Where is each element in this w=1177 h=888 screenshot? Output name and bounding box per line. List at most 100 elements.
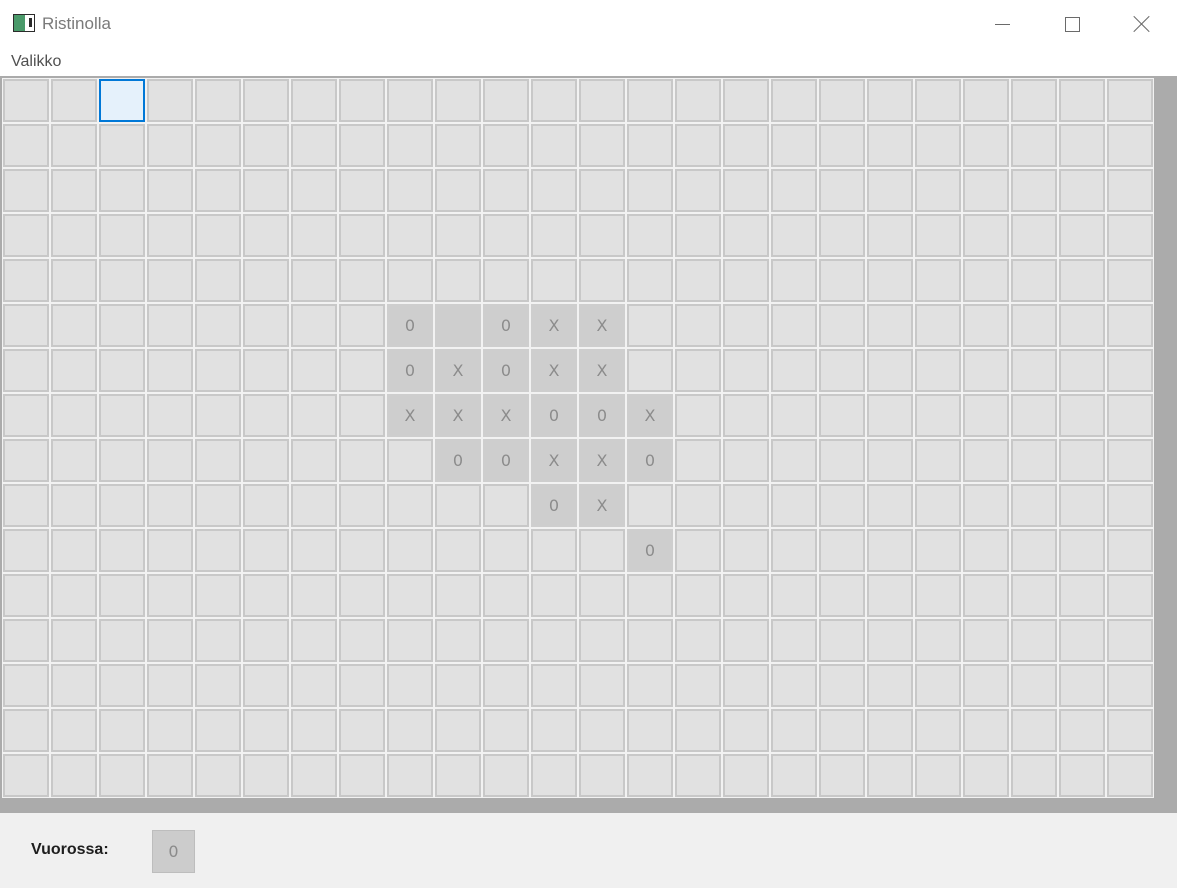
board-cell[interactable] (3, 484, 49, 527)
board-cell[interactable] (723, 484, 769, 527)
board-cell[interactable] (819, 754, 865, 797)
board-cell[interactable] (339, 304, 385, 347)
board-cell[interactable] (531, 124, 577, 167)
board-cell[interactable] (195, 169, 241, 212)
board-cell[interactable] (723, 79, 769, 122)
board-cell[interactable] (51, 529, 97, 572)
board-cell[interactable] (147, 79, 193, 122)
board-cell[interactable] (915, 574, 961, 617)
board-cell[interactable] (963, 349, 1009, 392)
board-cell[interactable] (435, 259, 481, 302)
board-cell[interactable] (1059, 484, 1105, 527)
board-cell[interactable] (291, 169, 337, 212)
board-cell[interactable] (819, 529, 865, 572)
board-cell[interactable] (771, 484, 817, 527)
board-cell[interactable] (867, 214, 913, 257)
board-cell[interactable] (51, 304, 97, 347)
board-cell[interactable] (675, 574, 721, 617)
board-cell[interactable] (291, 439, 337, 482)
board-cell[interactable] (435, 124, 481, 167)
board-cell[interactable] (963, 619, 1009, 662)
board-cell[interactable] (99, 754, 145, 797)
board-cell[interactable] (195, 79, 241, 122)
board-cell[interactable] (819, 574, 865, 617)
board-cell[interactable] (579, 754, 625, 797)
board-cell[interactable] (675, 709, 721, 752)
board-cell[interactable] (435, 709, 481, 752)
board-cell[interactable] (867, 349, 913, 392)
board-cell[interactable] (675, 664, 721, 707)
board-cell[interactable] (483, 259, 529, 302)
board-cell[interactable] (387, 574, 433, 617)
board-cell[interactable]: X (531, 304, 577, 347)
board-cell[interactable] (627, 574, 673, 617)
board-cell[interactable] (1011, 214, 1057, 257)
board-cell[interactable] (147, 394, 193, 437)
board-cell[interactable] (963, 214, 1009, 257)
board-cell[interactable] (723, 214, 769, 257)
board-cell[interactable] (1059, 619, 1105, 662)
board-cell[interactable] (963, 259, 1009, 302)
board-cell[interactable] (867, 124, 913, 167)
board-cell[interactable] (243, 709, 289, 752)
board-cell[interactable] (531, 259, 577, 302)
board-cell[interactable] (483, 529, 529, 572)
board-cell[interactable] (771, 79, 817, 122)
board-cell[interactable] (51, 79, 97, 122)
board-cell[interactable] (99, 484, 145, 527)
board-cell[interactable] (627, 664, 673, 707)
board-cell[interactable] (675, 124, 721, 167)
board-cell[interactable] (819, 349, 865, 392)
board-cell[interactable] (627, 259, 673, 302)
board-cell[interactable] (243, 439, 289, 482)
board-cell[interactable] (3, 259, 49, 302)
menu-valikko[interactable]: Valikko (11, 53, 61, 71)
board-cell[interactable] (1059, 259, 1105, 302)
board-cell[interactable] (1011, 664, 1057, 707)
board-cell[interactable] (675, 169, 721, 212)
board-cell[interactable] (579, 259, 625, 302)
board-cell[interactable] (867, 709, 913, 752)
board-cell[interactable] (531, 169, 577, 212)
board-cell[interactable] (195, 619, 241, 662)
board-cell[interactable] (963, 394, 1009, 437)
board-cell[interactable] (1059, 79, 1105, 122)
board-cell[interactable] (51, 484, 97, 527)
board-cell[interactable] (627, 124, 673, 167)
board-cell[interactable] (1059, 664, 1105, 707)
board-cell[interactable] (1011, 394, 1057, 437)
board-cell[interactable] (771, 259, 817, 302)
board-cell[interactable] (627, 214, 673, 257)
board-cell[interactable] (915, 214, 961, 257)
board-cell[interactable] (483, 619, 529, 662)
board-cell[interactable] (1059, 214, 1105, 257)
board-cell[interactable] (195, 484, 241, 527)
board-cell[interactable] (771, 709, 817, 752)
board-cell[interactable]: X (579, 439, 625, 482)
board-cell[interactable] (339, 79, 385, 122)
board-cell[interactable] (531, 79, 577, 122)
board-cell[interactable] (723, 169, 769, 212)
minimize-button[interactable] (967, 0, 1037, 48)
board-cell[interactable] (243, 304, 289, 347)
board-cell[interactable] (675, 754, 721, 797)
board-cell[interactable] (435, 664, 481, 707)
board-cell[interactable] (435, 169, 481, 212)
board-cell[interactable] (291, 124, 337, 167)
board-cell[interactable] (963, 439, 1009, 482)
board-cell[interactable] (195, 304, 241, 347)
board-cell[interactable] (291, 709, 337, 752)
close-button[interactable] (1107, 0, 1177, 48)
board-cell[interactable]: X (579, 484, 625, 527)
board-cell[interactable] (723, 394, 769, 437)
board-cell[interactable] (963, 574, 1009, 617)
board-cell[interactable] (627, 79, 673, 122)
board-cell[interactable] (387, 709, 433, 752)
board-cell[interactable] (915, 754, 961, 797)
board-cell[interactable] (147, 349, 193, 392)
board-cell[interactable] (867, 304, 913, 347)
board-cell[interactable] (51, 214, 97, 257)
board-cell[interactable] (771, 124, 817, 167)
board-cell[interactable] (579, 574, 625, 617)
board-cell[interactable] (819, 259, 865, 302)
